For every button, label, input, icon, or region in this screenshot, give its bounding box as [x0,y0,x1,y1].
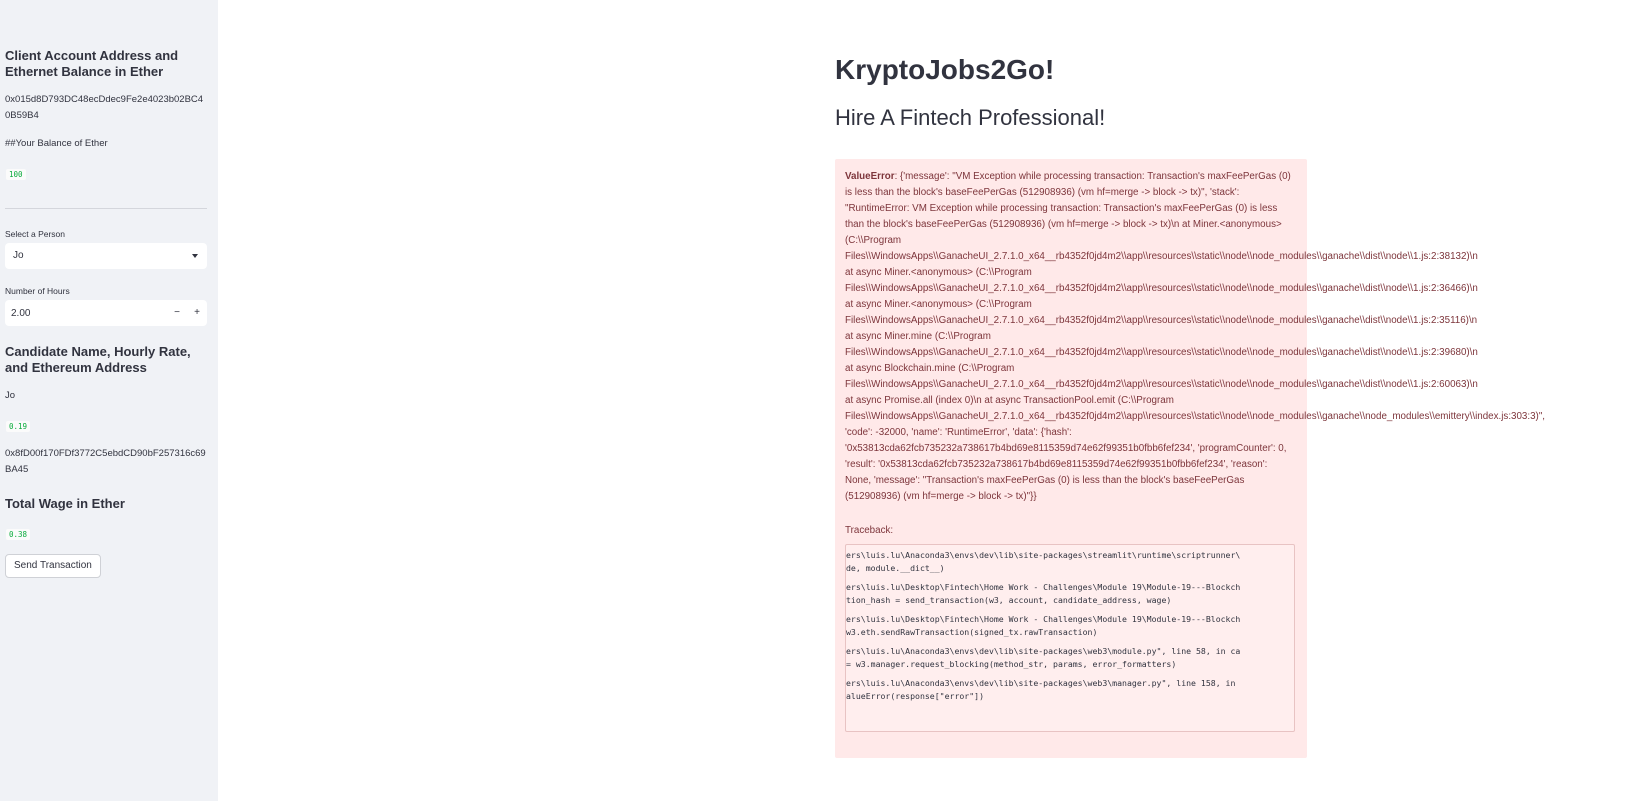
main-content: KryptoJobs2Go! Hire A Fintech Profession… [835,52,1545,758]
traceback-entry: ers\luis.lu\Anaconda3\envs\dev\lib\site-… [846,549,1294,575]
traceback-line: ers\luis.lu\Anaconda3\envs\dev\lib\site-… [846,646,1241,656]
error-line: 'code': -32000, 'name': 'RuntimeError', … [845,427,1072,438]
streamlit-app: Client Account Address and Ethernet Bala… [0,0,1640,801]
sidebar-divider [5,208,207,209]
traceback-line: = w3.manager.request_blocking(method_str… [846,659,1177,669]
balance-value: 100 [6,169,26,180]
sidebar: Client Account Address and Ethernet Bala… [0,0,218,801]
error-line: 'result': '0x53813cda62fcb735232a738617b… [845,459,1268,470]
error-line: None, 'message': "Transaction's maxFeePe… [845,475,1245,486]
traceback-entry: ers\luis.lu\Desktop\Fintech\Home Work - … [846,613,1294,639]
error-line: (C:\\Program [845,235,902,246]
traceback-entry: ers\luis.lu\Anaconda3\envs\dev\lib\site-… [846,645,1294,671]
error-line: Files\\WindowsApps\\GanacheUI_2.7.1.0_x6… [845,315,1478,326]
error-alert: ValueError: {'message': "VM Exception wh… [835,159,1545,758]
wage-heading: Total Wage in Ether [5,496,125,511]
error-line: Files\\WindowsApps\\GanacheUI_2.7.1.0_x6… [845,379,1478,390]
error-line: than the block's baseFeePerGas (51290893… [845,219,1282,230]
traceback-entry: ers\luis.lu\Desktop\Fintech\Home Work - … [846,581,1294,607]
send-transaction-button[interactable]: Send Transaction [5,554,101,578]
select-person-value: Jo [13,250,24,261]
decrement-button[interactable]: − [167,300,187,326]
error-line: "RuntimeError: VM Exception while proces… [845,203,1278,214]
hours-number-input: − + [5,300,207,326]
error-line: at async Promise.all (index 0)\n at asyn… [845,395,1174,406]
traceback-line: ers\luis.lu\Desktop\Fintech\Home Work - … [846,614,1241,624]
error-line: (512908936) (vm hf=merge -> block -> tx)… [845,491,1037,502]
error-line: Files\\WindowsApps\\GanacheUI_2.7.1.0_x6… [845,411,1546,422]
error-line: '0x53813cda62fcb735232a738617b4bd69e8115… [845,443,1287,454]
error-line: Files\\WindowsApps\\GanacheUI_2.7.1.0_x6… [845,283,1478,294]
wage-value: 0.38 [6,529,31,540]
candidate-rate: 0.19 [6,421,31,432]
traceback-line: ers\luis.lu\Anaconda3\envs\dev\lib\site-… [846,678,1236,688]
traceback-line: alueError(response["error"]) [846,691,985,701]
balance-text: ##Your Balance of Ether [5,138,108,149]
hours-label: Number of Hours [5,286,70,296]
traceback-line: ers\luis.lu\Anaconda3\envs\dev\lib\site-… [846,550,1241,560]
traceback-entry: ers\luis.lu\Anaconda3\envs\dev\lib\site-… [846,677,1294,703]
traceback-block[interactable]: ers\luis.lu\Anaconda3\envs\dev\lib\site-… [845,544,1295,732]
error-line: is less than the block's baseFeePerGas (… [845,187,1240,198]
account-heading: Client Account Address and Ethernet Bala… [5,48,179,79]
hours-input[interactable] [5,306,167,320]
traceback-line: tion_hash = send_transaction(w3, account… [846,595,1172,605]
error-line: at async Miner.<anonymous> (C:\\Program [845,299,1032,310]
traceback-line: de, module.__dict__) [846,563,945,573]
chevron-down-icon[interactable] [192,254,198,258]
traceback-line: ers\luis.lu\Desktop\Fintech\Home Work - … [846,582,1241,592]
page-subtitle: Hire A Fintech Professional! [835,105,1106,130]
error-line: Files\\WindowsApps\\GanacheUI_2.7.1.0_x6… [845,347,1478,358]
traceback-label: Traceback: [845,525,894,536]
increment-button[interactable]: + [187,300,207,326]
error-message: ValueError: {'message': "VM Exception wh… [845,169,1545,505]
page-title: KryptoJobs2Go! [835,54,1055,85]
traceback-line: w3.eth.sendRawTransaction(signed_tx.rawT… [846,627,1098,637]
candidate-heading: Candidate Name, Hourly Rate, and Ethereu… [5,344,191,375]
account-address: 0x015d8D793DC48ecDdec9Fe2e4023b02BC40B59… [5,94,204,121]
error-type-label: ValueError [845,171,895,182]
candidate-name: Jo [5,390,16,401]
error-line: at async Miner.mine (C:\\Program [845,331,991,342]
select-person-label: Select a Person [5,229,66,239]
select-person-dropdown[interactable]: Jo [5,243,207,269]
error-line: at async Blockchain.mine (C:\\Program [845,363,1015,374]
error-line: ValueError: {'message': "VM Exception wh… [845,171,1291,182]
error-line: Files\\WindowsApps\\GanacheUI_2.7.1.0_x6… [845,251,1478,262]
error-line: at async Miner.<anonymous> (C:\\Program [845,267,1032,278]
candidate-address: 0x8fD00f170FDf3772C5ebdCD90bF257316c69BA… [5,448,206,475]
